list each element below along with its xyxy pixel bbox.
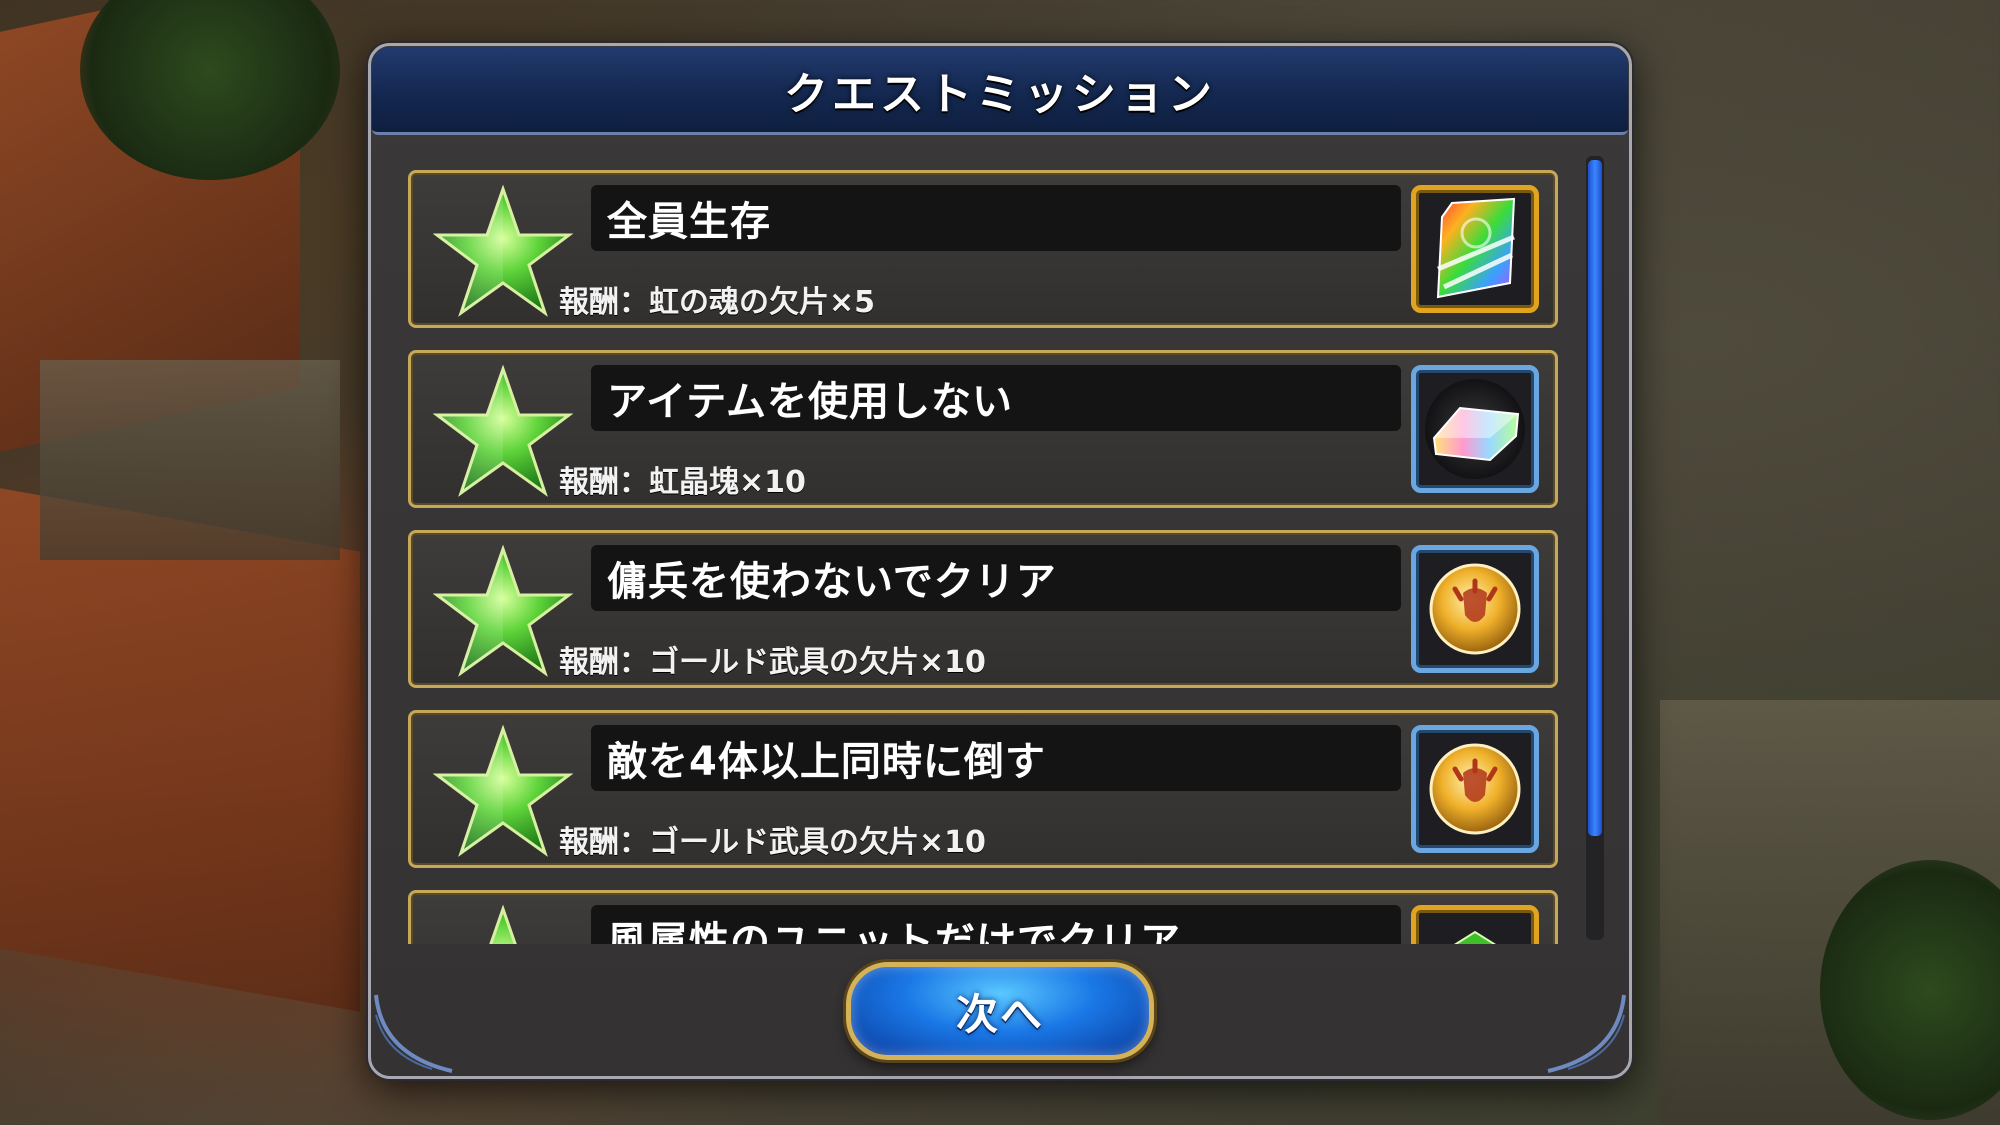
mission-row: 傭兵を使わないでクリア 報酬：ゴールド武具の欠片×10 bbox=[408, 530, 1558, 688]
mission-name: アイテムを使用しない bbox=[607, 379, 1013, 425]
mission-reward: 報酬：ゴールド武具の欠片×10 bbox=[559, 645, 986, 680]
reward-item-frame[interactable] bbox=[1411, 905, 1539, 944]
mission-reward: 報酬：虹晶塊×10 bbox=[559, 465, 806, 500]
mission-reward: 報酬：虹の魂の欠片×5 bbox=[559, 285, 876, 320]
green-star-icon bbox=[433, 725, 573, 857]
mission-row: 風属性のユニットだけでクリア bbox=[408, 890, 1558, 944]
mission-list[interactable]: 全員生存 報酬：虹の魂の欠片×5 アイテムを使用しない 報酬：虹晶塊×10 傭兵… bbox=[404, 160, 1564, 944]
gold-equipment-shard-icon bbox=[1429, 743, 1521, 835]
mission-name: 全員生存 bbox=[607, 199, 771, 245]
mission-row: 敵を4体以上同時に倒す 報酬：ゴールド武具の欠片×10 bbox=[408, 710, 1558, 868]
next-button[interactable]: 次へ bbox=[846, 962, 1154, 1060]
mission-reward: 報酬：ゴールド武具の欠片×10 bbox=[559, 825, 986, 860]
mission-name: 敵を4体以上同時に倒す bbox=[607, 739, 1046, 785]
reward-item-frame[interactable] bbox=[1411, 725, 1539, 853]
mission-row: アイテムを使用しない 報酬：虹晶塊×10 bbox=[408, 350, 1558, 508]
mission-name-bar: 敵を4体以上同時に倒す bbox=[591, 725, 1401, 791]
background-wall bbox=[40, 360, 340, 560]
next-button-label: 次へ bbox=[955, 989, 1044, 1039]
green-star-icon bbox=[489, 905, 517, 944]
scrollbar-thumb[interactable] bbox=[1588, 160, 1602, 836]
reward-item-frame[interactable] bbox=[1411, 185, 1539, 313]
reward-item-frame[interactable] bbox=[1411, 365, 1539, 493]
mission-list-scrollbar[interactable] bbox=[1586, 156, 1604, 940]
corner-ornament-icon bbox=[374, 994, 453, 1073]
rainbow-soul-shard-icon bbox=[1436, 197, 1516, 299]
green-star-icon bbox=[433, 365, 573, 497]
mission-row: 全員生存 報酬：虹の魂の欠片×5 bbox=[408, 170, 1558, 328]
corner-ornament-icon bbox=[1547, 994, 1626, 1073]
mission-name-bar: 全員生存 bbox=[591, 185, 1401, 251]
mission-name-bar: 風属性のユニットだけでクリア bbox=[591, 905, 1401, 944]
mission-name-bar: アイテムを使用しない bbox=[591, 365, 1401, 431]
mission-name-bar: 傭兵を使わないでクリア bbox=[591, 545, 1401, 611]
green-star-icon bbox=[433, 185, 573, 317]
rainbow-crystal-ingot-icon bbox=[1425, 379, 1525, 479]
dialog-title: クエストミッション bbox=[784, 68, 1216, 120]
dialog-title-bar: クエストミッション bbox=[372, 47, 1628, 135]
mission-name: 傭兵を使わないでクリア bbox=[607, 559, 1057, 605]
green-star-icon bbox=[433, 545, 573, 677]
gold-equipment-shard-icon bbox=[1429, 563, 1521, 655]
mission-name: 風属性のユニットだけでクリア bbox=[607, 919, 1181, 944]
reward-item-frame[interactable] bbox=[1411, 545, 1539, 673]
background-roof bbox=[0, 488, 360, 1012]
green-item-icon bbox=[1454, 930, 1496, 944]
